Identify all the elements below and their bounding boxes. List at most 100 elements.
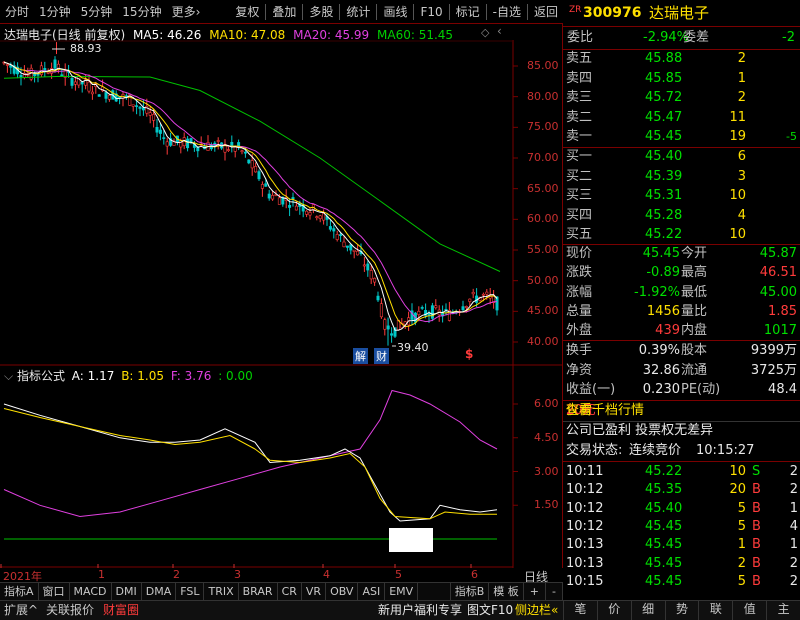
quote-row[interactable]: 现价 45.45 今开 45.87 xyxy=(563,244,800,264)
candle-body xyxy=(373,277,377,283)
tick-row[interactable]: 10:13 45.45 1 B 1 xyxy=(563,535,800,555)
quote-row[interactable]: 涨幅 -1.92% 最低 45.00 xyxy=(563,283,800,303)
tab-template[interactable]: 模 板 xyxy=(489,583,524,600)
sell-row[interactable]: 卖一 45.45 19 -5 xyxy=(563,127,800,147)
draw-line-button[interactable]: 画线 xyxy=(378,1,412,23)
stat-row[interactable]: 换手 0.39% 股本 9399万 xyxy=(563,341,800,361)
tab-cr[interactable]: CR xyxy=(278,583,302,600)
candle-body xyxy=(226,149,230,151)
quote-label: 总量 xyxy=(566,303,593,319)
tab-minute[interactable]: 分时 xyxy=(0,1,34,23)
tab-15min[interactable]: 15分钟 xyxy=(117,1,166,23)
dividend-marker[interactable]: $ xyxy=(465,347,473,361)
sell-row[interactable]: 卖三 45.72 2 xyxy=(563,88,800,108)
tab-main[interactable]: 主 xyxy=(766,600,800,620)
new-user-promo-link[interactable]: 新用户福利专享 xyxy=(378,601,462,620)
stat-value: 32.86 xyxy=(642,362,680,378)
stat-row[interactable]: 净资 32.86 流通 3725万 xyxy=(563,361,800,381)
chevron-down-icon[interactable]: ⌵ xyxy=(4,369,13,383)
tab-window[interactable]: 窗口 xyxy=(39,583,70,600)
f10-button[interactable]: F10 xyxy=(415,1,447,23)
tick-row[interactable]: 10:12 45.40 5 B 1 xyxy=(563,499,800,519)
tab-trend[interactable]: 势 xyxy=(664,600,699,620)
related-quote-tab[interactable]: 关联报价 xyxy=(46,601,94,620)
tick-row[interactable]: 10:13 45.45 2 B 2 xyxy=(563,554,800,574)
quote-label: 外盘 xyxy=(566,323,593,339)
tab-5min[interactable]: 5分钟 xyxy=(76,1,118,23)
tick-row[interactable]: 10:11 45.22 10 S 2 xyxy=(563,462,800,482)
tab-fsl[interactable]: FSL xyxy=(176,583,205,600)
sell-row[interactable]: 卖二 45.47 11 xyxy=(563,108,800,128)
quote-row[interactable]: 总量 1456 量比 1.85 xyxy=(563,302,800,322)
kline-chart-area[interactable]: 达瑞电子(日线 前复权) MA5: 46.26 MA10: 47.08 MA20… xyxy=(0,24,563,584)
tab-1min[interactable]: 1分钟 xyxy=(34,1,76,23)
price-tick-label: 70.00 xyxy=(527,151,559,164)
add-window-button[interactable]: + xyxy=(524,583,547,600)
tab-related[interactable]: 联 xyxy=(698,600,732,620)
sidebar-toggle[interactable]: 侧边栏« xyxy=(515,601,558,620)
stat-value: 9399万 xyxy=(750,343,797,358)
expand-button[interactable]: 扩展^ xyxy=(4,601,38,620)
tab-dmi[interactable]: DMI xyxy=(112,583,142,600)
candle-body xyxy=(328,226,332,230)
more-periods-button[interactable]: 更多› xyxy=(167,1,206,23)
tab-vr[interactable]: VR xyxy=(302,583,327,600)
candle-body xyxy=(46,71,50,74)
tick-row[interactable]: 10:12 45.35 20 B 2 xyxy=(563,480,800,500)
tab-value[interactable]: 值 xyxy=(732,600,766,620)
multi-stock-button[interactable]: 多股 xyxy=(304,1,338,23)
f10-graphic-link[interactable]: 图文F10 xyxy=(467,601,513,620)
quote-label: 内盘 xyxy=(681,323,708,339)
remove-watchlist-button[interactable]: -自选 xyxy=(488,1,526,23)
tab-brar[interactable]: BRAR xyxy=(239,583,278,600)
overlay-button[interactable]: 叠加 xyxy=(267,1,301,23)
sell-row[interactable]: 卖五 45.88 2 xyxy=(563,49,800,69)
unlock-marker[interactable]: 解 xyxy=(353,348,368,364)
tick-row[interactable]: 10:12 45.45 5 B 4 xyxy=(563,517,800,537)
buy-row[interactable]: 买四 45.28 4 xyxy=(563,206,800,226)
back-button[interactable]: 返回 xyxy=(529,1,563,23)
tab-indicator-b[interactable]: 指标B xyxy=(451,583,490,600)
indicator-name[interactable]: 指标公式 xyxy=(17,369,65,383)
candle-body xyxy=(264,183,268,187)
buy-row[interactable]: 买五 45.22 10 xyxy=(563,225,800,245)
indicator-a-value: A: 1.17 xyxy=(71,369,115,383)
tick-row[interactable]: 10:15 45.45 5 B 2 xyxy=(563,572,800,592)
tab-trades[interactable]: 笔 xyxy=(563,600,597,620)
adjust-button[interactable]: 复权 xyxy=(230,1,264,23)
quote-label: 涨幅 xyxy=(566,284,593,300)
stat-row[interactable]: 收益(一) 0.230 PE(动) 48.4 xyxy=(563,380,800,400)
candle-body xyxy=(315,216,319,218)
sell-change: -5 xyxy=(786,130,797,143)
sell-row[interactable]: 卖四 45.85 1 xyxy=(563,69,800,89)
tab-macd[interactable]: MACD xyxy=(70,583,112,600)
tab-obv[interactable]: OBV xyxy=(326,583,359,600)
quote-row[interactable]: 涨跌 -0.89 最高 46.51 xyxy=(563,263,800,283)
finance-marker[interactable]: 财 xyxy=(374,348,389,364)
tab-trix[interactable]: TRIX xyxy=(204,583,239,600)
quote-row[interactable]: 外盘 439 内盘 1017 xyxy=(563,321,800,341)
tab-asi[interactable]: ASI xyxy=(358,583,386,600)
ma20-line xyxy=(3,61,498,323)
tab-price[interactable]: 价 xyxy=(596,600,631,620)
remove-window-button[interactable]: - xyxy=(546,583,563,600)
buy-row[interactable]: 买一 45.40 6 xyxy=(563,147,800,167)
candle-body xyxy=(158,129,162,134)
buy-volume: 10 xyxy=(729,227,746,242)
candle-body xyxy=(104,92,108,99)
quote-value: 439 xyxy=(655,323,680,339)
promo-depth[interactable]: 仅需 20元 查看千档行情 xyxy=(563,401,800,421)
tab-emv[interactable]: EMV xyxy=(385,583,419,600)
buy-row[interactable]: 买三 45.31 10 xyxy=(563,186,800,206)
tab-detail[interactable]: 细 xyxy=(630,600,665,620)
promo-company[interactable]: 公司已盈利 投票权无差异 xyxy=(563,421,800,441)
tab-indicator-a[interactable]: 指标A xyxy=(0,583,39,600)
wealth-circle-tab[interactable]: 财富圈 xyxy=(103,601,139,620)
stats-button[interactable]: 统计 xyxy=(341,1,375,23)
date-label-1: 1 xyxy=(98,568,105,581)
candle-body xyxy=(107,95,111,100)
buy-row[interactable]: 买二 45.39 3 xyxy=(563,167,800,187)
mark-button[interactable]: 标记 xyxy=(451,1,485,23)
indicator-highlight-box xyxy=(389,528,433,552)
tab-dma[interactable]: DMA xyxy=(142,583,177,600)
